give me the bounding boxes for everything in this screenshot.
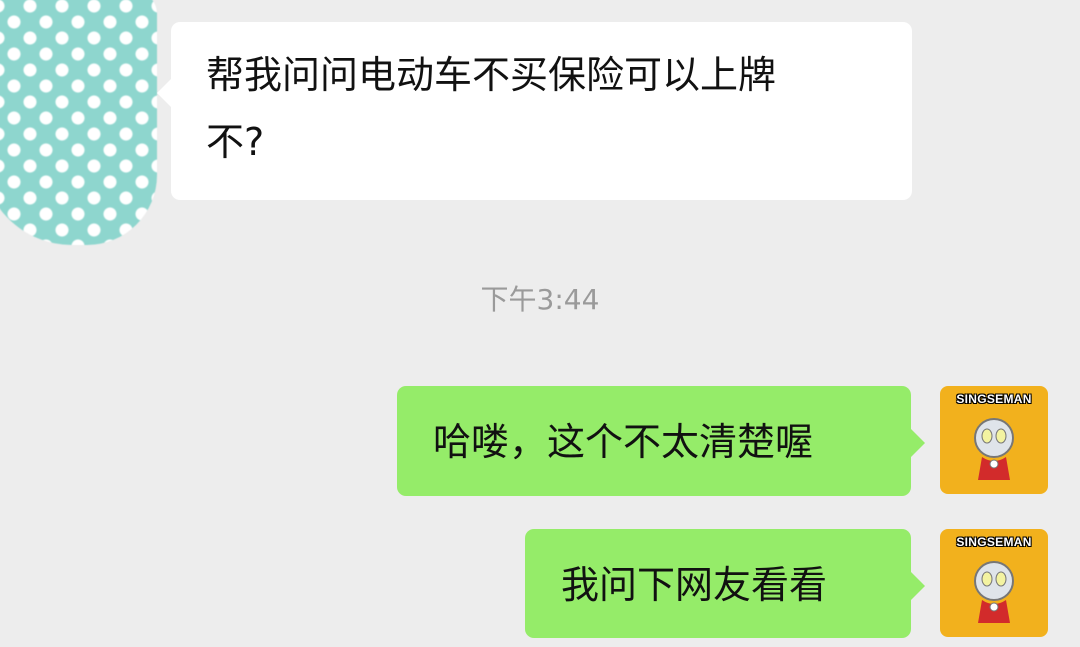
user-avatar[interactable]: SINGSEMAN <box>940 529 1048 637</box>
incoming-message-text: 帮我问问电动车不买保险可以上牌 不? <box>206 53 777 164</box>
message-timestamp: 下午3:44 <box>480 283 600 316</box>
outgoing-message-text: 我问下网友看看 <box>561 563 828 607</box>
user-avatar[interactable]: SINGSEMAN <box>940 386 1048 494</box>
contact-avatar[interactable] <box>0 0 157 245</box>
avatar-brand-text: SINGSEMAN <box>956 392 1032 406</box>
outgoing-message-text: 哈喽，这个不太清楚喔 <box>433 420 814 464</box>
chat-window: 帮我问问电动车不买保险可以上牌 不? 下午3:44 哈喽，这个不太清楚喔 SIN… <box>0 0 1080 647</box>
avatar-brand-text: SINGSEMAN <box>956 535 1032 549</box>
outgoing-message-bubble[interactable]: 我问下网友看看 <box>525 529 925 638</box>
incoming-message-bubble[interactable]: 帮我问问电动车不买保险可以上牌 不? <box>157 22 912 200</box>
outgoing-message-bubble[interactable]: 哈喽，这个不太清楚喔 <box>397 386 925 496</box>
